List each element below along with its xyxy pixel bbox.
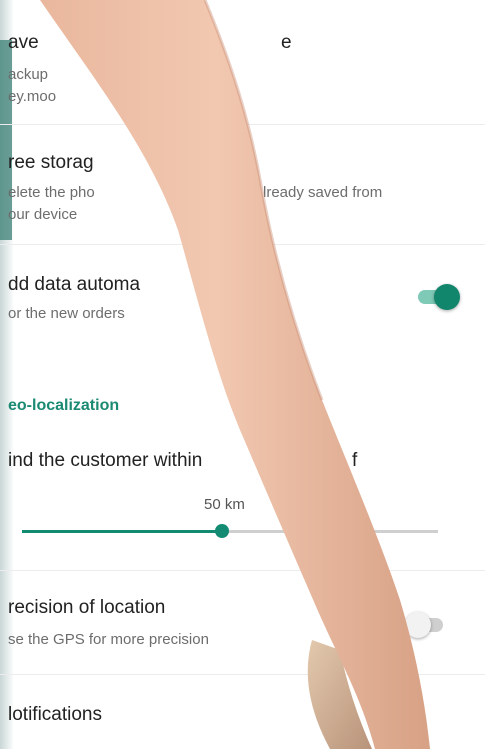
setting-subtitle: or the new orders xyxy=(8,305,125,322)
setting-subtitle-right: lready saved from xyxy=(263,184,383,201)
setting-subtitle-2: ey.moo xyxy=(8,88,57,105)
setting-find-customer[interactable]: ind the customer within f 50 km xyxy=(0,430,485,571)
setting-notifications[interactable]: lotifications xyxy=(0,674,485,749)
setting-title: dd data automa xyxy=(8,274,141,295)
add-data-toggle[interactable] xyxy=(416,284,460,310)
distance-slider[interactable] xyxy=(22,524,438,538)
setting-title: ree storag xyxy=(8,152,94,173)
setting-title: recision of location xyxy=(8,597,166,618)
setting-subtitle: se the GPS for more precision xyxy=(8,631,209,648)
setting-title: ave xyxy=(8,32,39,53)
slider-value: 50 km xyxy=(204,496,245,513)
setting-subtitle: elete the pho xyxy=(8,184,95,201)
setting-free-storage[interactable]: ree storag elete the pho lready saved fr… xyxy=(0,124,485,245)
section-header-geo: eo-localization xyxy=(8,397,120,414)
setting-title: lotifications xyxy=(8,704,102,725)
setting-title: ind the customer within xyxy=(8,450,203,471)
setting-save-backup[interactable]: ave e ackup ey.moo xyxy=(0,0,485,125)
setting-title-end: f xyxy=(352,450,358,471)
setting-subtitle: ackup xyxy=(8,66,49,83)
setting-subtitle-2: our device xyxy=(8,206,78,223)
setting-precision[interactable]: recision of location se the GPS for more… xyxy=(0,570,485,675)
slider-thumb[interactable] xyxy=(214,524,229,538)
setting-title-end: e xyxy=(281,32,292,53)
precision-toggle[interactable] xyxy=(405,612,449,638)
setting-add-data[interactable]: dd data automa or the new orders xyxy=(0,244,485,354)
